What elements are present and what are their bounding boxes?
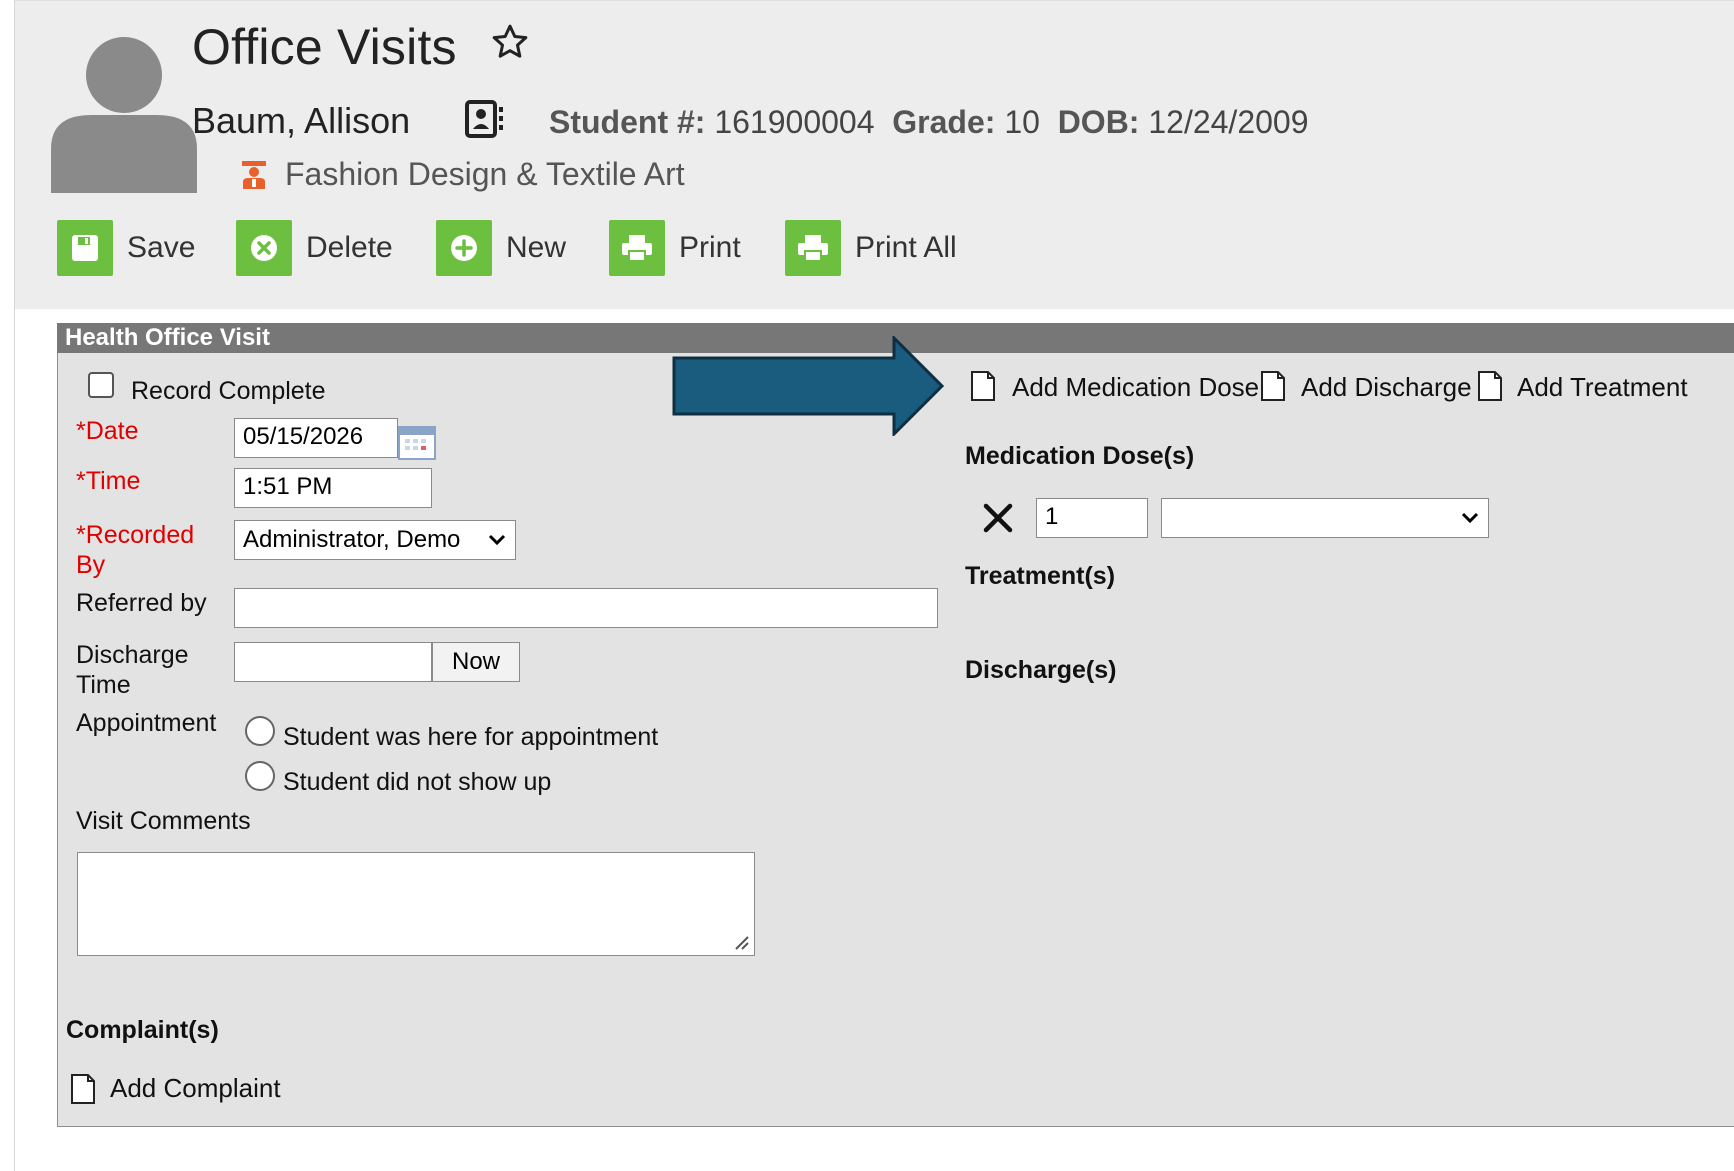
recorded-by-value: Administrator, Demo [243, 526, 461, 553]
new-label: New [506, 231, 567, 264]
medication-select[interactable] [1161, 498, 1489, 538]
calendar-icon[interactable] [398, 424, 436, 460]
add-discharge-link[interactable]: Add Discharge [1301, 372, 1472, 403]
print-all-label: Print All [855, 231, 957, 264]
discharges-heading: Discharge(s) [965, 656, 1117, 684]
save-button[interactable]: Save [57, 220, 195, 276]
chevron-down-icon [488, 534, 506, 546]
student-details: Student #: 161900004 Grade: 10 DOB: 12/2… [549, 104, 1309, 141]
time-label: *Time [76, 467, 141, 495]
complaints-heading: Complaint(s) [66, 1016, 219, 1044]
avatar-icon [51, 37, 197, 193]
student-number: 161900004 [714, 104, 875, 140]
page-title: Office Visits [192, 19, 457, 75]
medication-quantity-input[interactable]: 1 [1036, 498, 1148, 538]
date-input[interactable]: 05/15/2026 [234, 418, 398, 458]
add-treatment-link[interactable]: Add Treatment [1517, 372, 1688, 403]
callout-arrow [672, 336, 944, 436]
now-button[interactable]: Now [432, 642, 520, 682]
document-icon [71, 1074, 95, 1104]
treatments-heading: Treatment(s) [965, 562, 1116, 590]
appointment-no-show-label: Student did not show up [283, 768, 552, 796]
record-complete-label: Record Complete [131, 377, 326, 405]
appointment-no-show-radio[interactable] [245, 761, 275, 791]
print-label: Print [679, 231, 741, 264]
contact-card-icon[interactable] [464, 99, 506, 139]
grade-value: 10 [1004, 104, 1040, 140]
visit-comments-textarea[interactable] [77, 852, 755, 956]
print-icon [609, 220, 665, 276]
appointment-kept-label: Student was here for appointment [283, 723, 659, 751]
star-icon[interactable] [490, 22, 530, 62]
recorded-by-select[interactable]: Administrator, Demo [234, 520, 516, 560]
save-icon [57, 220, 113, 276]
student-name: Baum, Allison [192, 100, 411, 141]
add-complaint-link[interactable]: Add Complaint [110, 1073, 281, 1104]
date-label: *Date [76, 417, 139, 445]
appointment-label: Appointment [76, 709, 217, 737]
appointment-kept-radio[interactable] [245, 716, 275, 746]
dob-label: DOB: [1057, 104, 1140, 140]
program-name: Fashion Design & Textile Art [285, 156, 685, 192]
new-button[interactable]: New [436, 220, 566, 276]
recorded-by-label-cont: By [76, 551, 106, 579]
time-input[interactable]: 1:51 PM [234, 468, 432, 508]
delete-label: Delete [306, 231, 393, 264]
discharge-time-input[interactable] [234, 642, 432, 682]
window-edge [0, 0, 15, 1171]
document-icon [1261, 371, 1285, 401]
referred-by-input[interactable] [234, 588, 938, 628]
delete-button[interactable]: Delete [236, 220, 393, 276]
delete-icon [236, 220, 292, 276]
add-medication-dose-link[interactable]: Add Medication Dose [1012, 372, 1259, 403]
referred-by-label: Referred by [76, 589, 207, 617]
resize-handle-icon[interactable] [732, 933, 750, 951]
recorded-by-label: *Recorded [76, 521, 195, 549]
print-all-button[interactable]: Print All [785, 220, 957, 276]
discharge-time-label-cont: Time [76, 671, 131, 699]
chevron-down-icon [1461, 512, 1479, 524]
medication-doses-heading: Medication Dose(s) [965, 442, 1195, 470]
remove-x-icon[interactable] [982, 502, 1014, 534]
program-icon [242, 161, 266, 189]
print-all-icon [785, 220, 841, 276]
print-button[interactable]: Print [609, 220, 741, 276]
document-icon [1478, 371, 1502, 401]
new-icon [436, 220, 492, 276]
visit-comments-label: Visit Comments [76, 807, 251, 835]
grade-label: Grade: [892, 104, 996, 140]
document-icon [971, 371, 995, 401]
discharge-time-label: Discharge [76, 641, 189, 669]
dob-value: 12/24/2009 [1148, 104, 1309, 140]
student-number-label: Student #: [549, 104, 706, 140]
save-label: Save [127, 231, 196, 264]
record-complete-checkbox[interactable] [88, 372, 114, 398]
